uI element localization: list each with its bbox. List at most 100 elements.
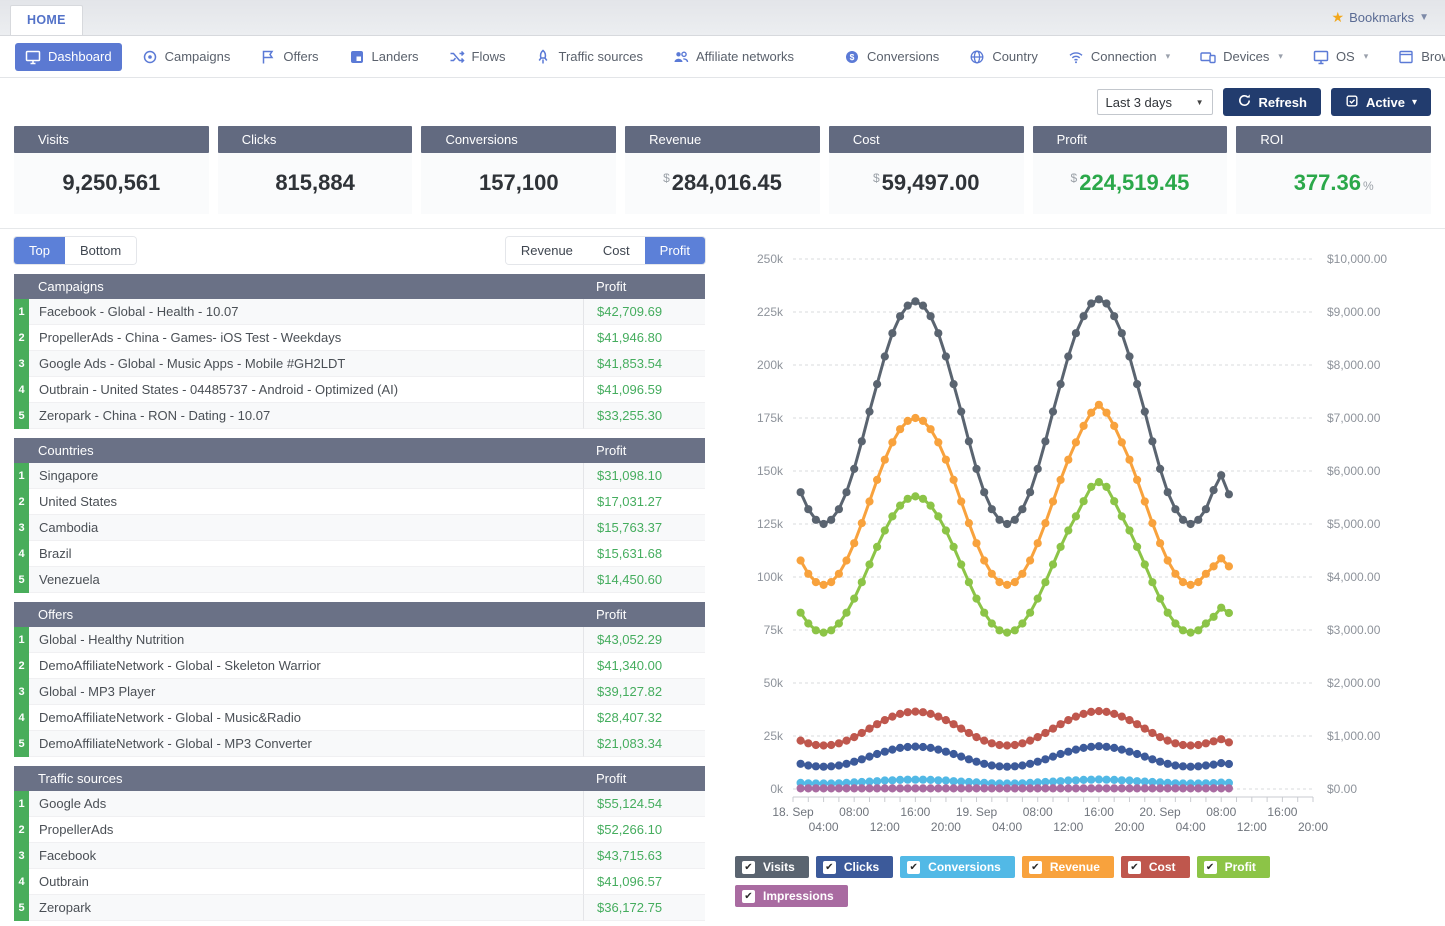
stat-label: Cost bbox=[829, 126, 1024, 153]
row-name[interactable]: Global - MP3 Player bbox=[29, 679, 583, 705]
table-row[interactable]: 3Global - MP3 Player$39,127.82 bbox=[14, 679, 705, 705]
active-filter-button[interactable]: Active ▾ bbox=[1331, 88, 1431, 116]
row-name[interactable]: DemoAffiliateNetwork - Global - Music&Ra… bbox=[29, 705, 583, 731]
svg-text:08:00: 08:00 bbox=[839, 805, 869, 819]
svg-text:25k: 25k bbox=[764, 729, 784, 743]
stat-label: Profit bbox=[1033, 126, 1228, 153]
lander-icon bbox=[349, 49, 365, 65]
nav-os[interactable]: OS ▾ bbox=[1303, 43, 1378, 71]
bottom-button[interactable]: Bottom bbox=[65, 237, 136, 264]
nav-flows[interactable]: Flows bbox=[439, 43, 516, 71]
row-name[interactable]: Venezuela bbox=[29, 567, 583, 593]
svg-text:150k: 150k bbox=[757, 464, 784, 478]
row-name[interactable]: PropellerAds - China - Games- iOS Test -… bbox=[29, 325, 583, 351]
rank-badge: 3 bbox=[14, 351, 29, 377]
row-name[interactable]: Singapore bbox=[29, 463, 583, 489]
svg-text:12:00: 12:00 bbox=[870, 820, 900, 834]
table-row[interactable]: 3Google Ads - Global - Music Apps - Mobi… bbox=[14, 351, 705, 377]
refresh-button[interactable]: Refresh bbox=[1223, 88, 1321, 116]
chevron-down-icon: ▾ bbox=[1364, 51, 1369, 62]
table-row[interactable]: 2United States$17,031.27 bbox=[14, 489, 705, 515]
date-range-select[interactable]: Last 3 days ▼ bbox=[1097, 89, 1213, 115]
nav-label: Traffic sources bbox=[558, 49, 643, 64]
rank-badge: 2 bbox=[14, 817, 29, 843]
monitor-icon bbox=[1313, 49, 1329, 65]
campaigns-table: CampaignsProfit 1Facebook - Global - Hea… bbox=[14, 274, 705, 429]
row-name[interactable]: Cambodia bbox=[29, 515, 583, 541]
row-name[interactable]: Zeropark bbox=[29, 895, 583, 921]
nav-offers[interactable]: Offers bbox=[250, 43, 328, 71]
row-name[interactable]: Zeropark - China - RON - Dating - 10.07 bbox=[29, 403, 583, 429]
row-name[interactable]: United States bbox=[29, 489, 583, 515]
profit-button[interactable]: Profit bbox=[645, 237, 705, 264]
table-row[interactable]: 1Global - Healthy Nutrition$43,052.29 bbox=[14, 627, 705, 653]
table-row[interactable]: 4Brazil$15,631.68 bbox=[14, 541, 705, 567]
row-name[interactable]: Outbrain bbox=[29, 869, 583, 895]
row-name[interactable]: DemoAffiliateNetwork - Global - Skeleton… bbox=[29, 653, 583, 679]
row-name[interactable]: Facebook - Global - Health - 10.07 bbox=[29, 299, 583, 325]
chart-legend: ✔Visits ✔Clicks ✔Conversions ✔Revenue ✔C… bbox=[735, 856, 1375, 907]
nav-affiliate-networks[interactable]: Affiliate networks bbox=[663, 43, 804, 71]
top-button[interactable]: Top bbox=[14, 237, 65, 264]
nav-label: Landers bbox=[372, 49, 419, 64]
legend-profit[interactable]: ✔Profit bbox=[1197, 856, 1270, 878]
stat-value: 9,250,561 bbox=[62, 170, 160, 195]
table-row[interactable]: 2DemoAffiliateNetwork - Global - Skeleto… bbox=[14, 653, 705, 679]
table-row[interactable]: 4Outbrain - United States - 04485737 - A… bbox=[14, 377, 705, 403]
currency-prefix: $ bbox=[873, 171, 880, 185]
bookmarks-menu[interactable]: ★ Bookmarks ▼ bbox=[1332, 9, 1430, 26]
nav-dashboard[interactable]: Dashboard bbox=[15, 43, 122, 71]
legend-clicks[interactable]: ✔Clicks bbox=[816, 856, 893, 878]
legend-impressions[interactable]: ✔Impressions bbox=[735, 885, 848, 907]
currency-prefix: $ bbox=[1071, 171, 1078, 185]
row-name[interactable]: PropellerAds bbox=[29, 817, 583, 843]
table-row[interactable]: 5Venezuela$14,450.60 bbox=[14, 567, 705, 593]
cost-button[interactable]: Cost bbox=[588, 237, 645, 264]
legend-cost[interactable]: ✔Cost bbox=[1121, 856, 1190, 878]
table-row[interactable]: 3Cambodia$15,763.37 bbox=[14, 515, 705, 541]
table-row[interactable]: 4Outbrain$41,096.57 bbox=[14, 869, 705, 895]
table-row[interactable]: 1Google Ads$55,124.54 bbox=[14, 791, 705, 817]
row-name[interactable]: Google Ads bbox=[29, 791, 583, 817]
legend-visits[interactable]: ✔Visits bbox=[735, 856, 809, 878]
legend-revenue[interactable]: ✔Revenue bbox=[1022, 856, 1114, 878]
svg-text:$4,000.00: $4,000.00 bbox=[1327, 570, 1381, 584]
dollar-coin-icon: $ bbox=[844, 49, 860, 65]
svg-text:04:00: 04:00 bbox=[992, 820, 1022, 834]
nav-devices[interactable]: Devices ▾ bbox=[1190, 43, 1293, 71]
svg-text:04:00: 04:00 bbox=[1176, 820, 1206, 834]
row-name[interactable]: Facebook bbox=[29, 843, 583, 869]
row-name[interactable]: Google Ads - Global - Music Apps - Mobil… bbox=[29, 351, 583, 377]
table-row[interactable]: 2PropellerAds$52,266.10 bbox=[14, 817, 705, 843]
nav-traffic-sources[interactable]: Traffic sources bbox=[525, 43, 653, 71]
nav-country[interactable]: Country bbox=[959, 43, 1048, 71]
row-name[interactable]: Outbrain - United States - 04485737 - An… bbox=[29, 377, 583, 403]
table-row[interactable]: 5DemoAffiliateNetwork - Global - MP3 Con… bbox=[14, 731, 705, 757]
table-row[interactable]: 4DemoAffiliateNetwork - Global - Music&R… bbox=[14, 705, 705, 731]
nav-browsers[interactable]: Browsers ▾ bbox=[1388, 43, 1445, 71]
tab-home[interactable]: HOME bbox=[10, 5, 83, 35]
row-name[interactable]: Global - Healthy Nutrition bbox=[29, 627, 583, 653]
row-profit: $41,340.00 bbox=[583, 653, 705, 679]
table-row[interactable]: 3Facebook$43,715.63 bbox=[14, 843, 705, 869]
active-label: Active bbox=[1366, 95, 1405, 110]
row-profit: $14,450.60 bbox=[583, 567, 705, 593]
nav-connection[interactable]: Connection ▾ bbox=[1058, 43, 1180, 71]
table-row[interactable]: 5Zeropark - China - RON - Dating - 10.07… bbox=[14, 403, 705, 429]
table-row[interactable]: 1Facebook - Global - Health - 10.07$42,7… bbox=[14, 299, 705, 325]
users-icon bbox=[673, 49, 689, 65]
table-row[interactable]: 2PropellerAds - China - Games- iOS Test … bbox=[14, 325, 705, 351]
table-title: Countries bbox=[14, 443, 583, 458]
nav-landers[interactable]: Landers bbox=[339, 43, 429, 71]
stat-card-roi: ROI 377.36% bbox=[1236, 126, 1431, 214]
nav-campaigns[interactable]: Campaigns bbox=[132, 43, 241, 71]
legend-conversions[interactable]: ✔Conversions bbox=[900, 856, 1015, 878]
stats-row: Visits 9,250,561 Clicks 815,884 Conversi… bbox=[0, 124, 1445, 214]
table-row[interactable]: 5Zeropark$36,172.75 bbox=[14, 895, 705, 921]
table-row[interactable]: 1Singapore$31,098.10 bbox=[14, 463, 705, 489]
row-name[interactable]: Brazil bbox=[29, 541, 583, 567]
row-name[interactable]: DemoAffiliateNetwork - Global - MP3 Conv… bbox=[29, 731, 583, 757]
revenue-button[interactable]: Revenue bbox=[506, 237, 588, 264]
nav-conversions[interactable]: $ Conversions bbox=[834, 43, 949, 71]
rank-toggle: Top Bottom bbox=[14, 237, 136, 264]
